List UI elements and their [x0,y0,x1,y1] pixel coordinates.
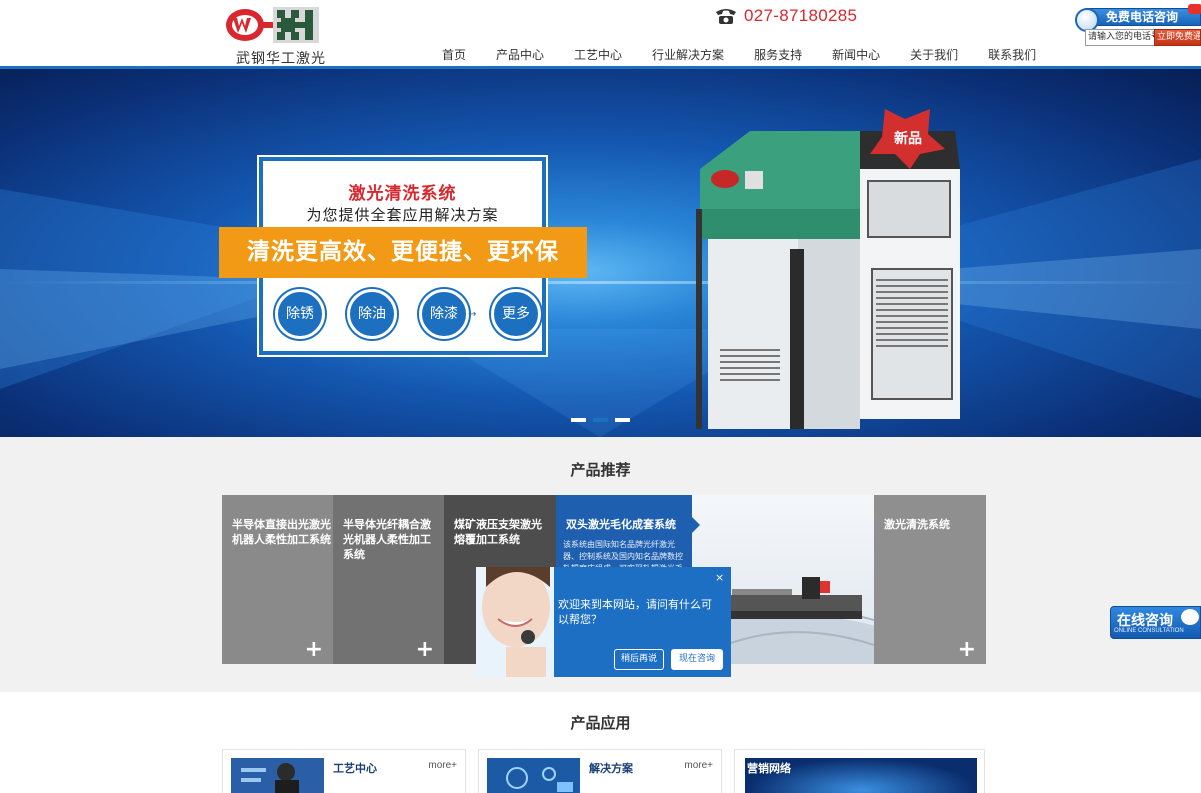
online-consultation-button[interactable]: 在线咨询 ONLINE CONSULTATION [1110,606,1201,639]
app-card-title: 解决方案 [589,762,633,775]
app-card-title: 工艺中心 [333,762,377,775]
promo-slogan: 清洗更高效、更便捷、更环保 [219,227,587,278]
free-call-phone-input[interactable]: 请输入您的电话号 [1085,29,1155,46]
slider-dots [571,418,630,422]
more-link[interactable]: more+ [428,760,457,771]
product-card-label: 半导体光纤耦合激光机器人柔性加工系统 [343,518,431,561]
product-card[interactable]: 半导体直接出光激光机器人柔性加工系统 + [222,495,333,664]
rust-removal-button[interactable]: 除锈 [275,289,325,339]
slider-dot-2[interactable] [593,418,608,422]
product-card-label: 激光清洗系统 [884,518,950,531]
arrow-right-icon: → [468,309,477,320]
page: 武钢华工激光 027-87180285 首页 产品中心 工艺中心 行业解决方案 … [0,0,1201,793]
slider-dot-3[interactable] [615,418,630,422]
hero-banner[interactable]: 激光清洗系统 为您提供全套应用解决方案 清洗更高效、更便捷、更环保 除锈 除油 … [0,69,1201,437]
paint-removal-button[interactable]: 除漆 [419,289,469,339]
product-application-section: 产品应用 工艺中心 more+ 解决方案 more+ 营销网络 [0,692,1201,793]
plus-icon[interactable]: + [958,637,976,662]
app-card-sales-network[interactable]: 营销网络 [734,749,985,793]
laser-cleaning-machine-image: 新品 [696,109,960,429]
process-thumbnail-image [231,758,324,793]
online-consultation-label: 在线咨询 [1117,613,1173,629]
promo-buttons: 除锈 除油 除漆 更多 [275,289,541,339]
promo-subtitle: 为您提供全套应用解决方案 [306,206,499,224]
nav-item-home[interactable]: 首页 [422,46,481,63]
chat-later-button[interactable]: 稍后再说 [614,649,664,670]
nav-item-support[interactable]: 服务支持 [739,46,817,63]
logo-mark-icon [226,7,319,43]
logo-text: 武钢华工激光 [236,51,326,67]
product-card[interactable]: 激光清洗系统 + [874,495,986,664]
plus-icon[interactable]: + [416,637,434,662]
app-card-title: 营销网络 [747,762,791,775]
product-card-label: 双头激光毛化成套系统 [566,518,676,531]
chat-now-button[interactable]: 现在咨询 [671,649,723,670]
arrow-left-icon: ← [528,309,537,320]
close-icon[interactable]: × [715,571,724,584]
nav-item-products[interactable]: 产品中心 [481,46,559,63]
phone-contact: 027-87180285 [714,5,857,27]
product-card[interactable]: 半导体光纤耦合激光机器人柔性加工系统 + [333,495,444,664]
nav-item-about[interactable]: 关于我们 [895,46,973,63]
app-card-solutions[interactable]: 解决方案 more+ [478,749,722,793]
free-call-button[interactable]: 立即免费通话 [1154,29,1201,46]
nav-item-process[interactable]: 工艺中心 [559,46,637,63]
telephone-icon [716,9,736,24]
online-consultation-sublabel: ONLINE CONSULTATION [1114,628,1184,634]
solutions-thumbnail-image [487,758,580,793]
plus-icon[interactable]: + [305,637,323,662]
main-nav: 首页 产品中心 工艺中心 行业解决方案 服务支持 新闻中心 关于我们 联系我们 [422,46,1051,63]
chat-message: 欢迎来到本网站，请问有什么可以帮您？ [558,598,712,626]
product-card-label: 半导体直接出光激光机器人柔性加工系统 [232,518,331,546]
section-title: 产品推荐 [570,461,631,479]
slider-dot-1[interactable] [571,418,586,422]
section-title: 产品应用 [570,714,631,732]
oil-removal-button[interactable]: 除油 [347,289,397,339]
more-link[interactable]: more+ [684,760,713,771]
phone-number: 027-87180285 [744,6,858,25]
promo-title: 激光清洗系统 [348,184,457,204]
nav-item-contact[interactable]: 联系我们 [973,46,1051,63]
free-call-widget: 免费电话咨询 请输入您的电话号 立即免费通话 [1075,4,1201,46]
app-card-process[interactable]: 工艺中心 more+ [222,749,466,793]
banner-background-graphic [0,159,1201,437]
chat-bubble-icon [1181,609,1199,625]
site-header: 武钢华工激光 027-87180285 首页 产品中心 工艺中心 行业解决方案 … [0,0,1201,67]
product-card-label: 煤矿液压支架激光熔覆加工系统 [454,518,542,546]
chat-invitation-popup: 欢迎来到本网站，请问有什么可以帮您？ × 稍后再说 现在咨询 [476,567,731,677]
new-product-badge: 新品 [894,130,922,147]
nav-item-news[interactable]: 新闻中心 [817,46,895,63]
customer-service-photo [476,567,554,677]
nav-item-solutions[interactable]: 行业解决方案 [637,46,739,63]
logo[interactable]: 武钢华工激光 [225,6,326,67]
active-card-pointer [692,517,700,533]
close-badge-icon[interactable] [1188,4,1201,14]
